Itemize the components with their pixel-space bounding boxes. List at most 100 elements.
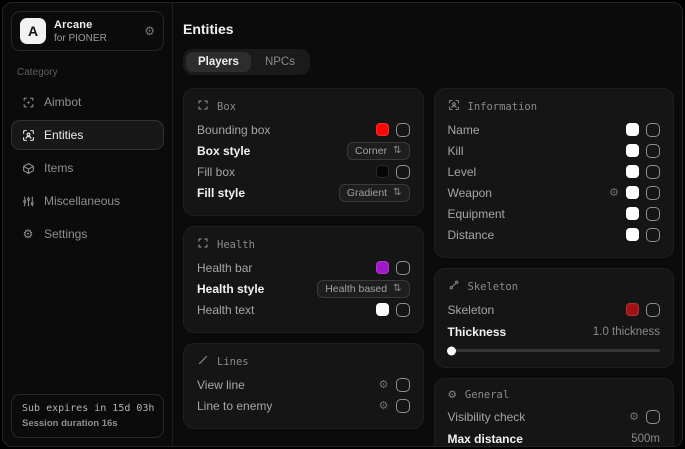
slider-thumb[interactable] xyxy=(447,346,456,355)
sidebar-nav: Aimbot Entities Items Miscellaneous xyxy=(11,84,164,249)
max-distance-slider-header: Max distance 500m xyxy=(448,429,661,446)
color-swatch[interactable] xyxy=(376,303,389,316)
setting-row-fill-style: Fill style Gradient ⇅ xyxy=(197,182,410,203)
toggle-checkbox[interactable] xyxy=(646,144,660,158)
health-card: Health Health bar Health style Health ba… xyxy=(183,226,424,333)
color-swatch[interactable] xyxy=(626,186,639,199)
setting-row-view-line: View line ⚙ xyxy=(197,374,410,395)
sidebar-item-label: Miscellaneous xyxy=(44,194,120,208)
toggle-checkbox[interactable] xyxy=(396,399,410,413)
brand-header: A Arcane for PIONER ⚙ xyxy=(11,11,164,51)
session-duration-text: Session duration 16s xyxy=(22,418,153,429)
row-settings-gear-icon[interactable]: ⚙ xyxy=(379,400,389,411)
toggle-checkbox[interactable] xyxy=(646,207,660,221)
color-swatch[interactable] xyxy=(626,303,639,316)
toggle-checkbox[interactable] xyxy=(396,123,410,137)
sidebar-item-aimbot[interactable]: Aimbot xyxy=(11,87,164,117)
health-card-header: Health xyxy=(197,237,410,252)
toggle-checkbox[interactable] xyxy=(646,123,660,137)
color-swatch[interactable] xyxy=(376,261,389,274)
tab-bar: Players NPCs xyxy=(183,49,310,75)
color-swatch[interactable] xyxy=(626,165,639,178)
color-swatch[interactable] xyxy=(376,123,389,136)
chevron-updown-icon: ⇅ xyxy=(393,188,401,198)
setting-row-bounding-box: Bounding box xyxy=(197,119,410,140)
setting-row-skeleton: Skeleton xyxy=(448,299,661,320)
color-swatch[interactable] xyxy=(626,123,639,136)
setting-row-name: Name xyxy=(448,119,661,140)
crosshair-icon xyxy=(21,95,35,109)
sliders-icon xyxy=(21,194,35,208)
app-window: A Arcane for PIONER ⚙ Category Aimbot En… xyxy=(2,2,683,447)
setting-row-health-bar: Health bar xyxy=(197,257,410,278)
general-card-header: ⚙ General xyxy=(448,389,661,401)
sidebar-item-miscellaneous[interactable]: Miscellaneous xyxy=(11,186,164,216)
brand-subtitle: for PIONER xyxy=(54,33,107,44)
thickness-value: 1.0 thickness xyxy=(593,326,660,338)
general-card: ⚙ General Visibility check ⚙ Max distanc… xyxy=(434,378,675,446)
cube-icon xyxy=(21,161,35,175)
settings-grid: Box Bounding box Box style Corner ⇅ xyxy=(183,88,674,446)
toggle-checkbox[interactable] xyxy=(396,261,410,275)
toggle-checkbox[interactable] xyxy=(646,165,660,179)
information-card: Information Name Kill xyxy=(434,88,675,258)
setting-row-visibility-check: Visibility check ⚙ xyxy=(448,406,661,427)
card-title: Box xyxy=(217,101,236,113)
setting-row-fill-box: Fill box xyxy=(197,161,410,182)
setting-row-box-style: Box style Corner ⇅ xyxy=(197,140,410,161)
brand-logo: A xyxy=(20,18,46,44)
card-title: Lines xyxy=(217,356,249,368)
right-column: Information Name Kill xyxy=(434,88,675,446)
sidebar: A Arcane for PIONER ⚙ Category Aimbot En… xyxy=(3,3,173,446)
page-title: Entities xyxy=(183,21,674,37)
color-swatch[interactable] xyxy=(626,207,639,220)
frame-corners-icon xyxy=(197,99,209,114)
card-title: Skeleton xyxy=(468,281,519,293)
tab-players[interactable]: Players xyxy=(186,52,251,72)
category-label: Category xyxy=(17,67,158,78)
person-scan-icon xyxy=(448,99,460,114)
sub-expiry-text: Sub expires in 15d 03h xyxy=(22,403,153,414)
color-swatch[interactable] xyxy=(376,165,389,178)
color-swatch[interactable] xyxy=(626,144,639,157)
setting-row-weapon: Weapon ⚙ xyxy=(448,182,661,203)
setting-row-level: Level xyxy=(448,161,661,182)
toggle-checkbox[interactable] xyxy=(396,165,410,179)
sidebar-item-items[interactable]: Items xyxy=(11,153,164,183)
row-settings-gear-icon[interactable]: ⚙ xyxy=(609,187,619,198)
row-settings-gear-icon[interactable]: ⚙ xyxy=(629,411,639,422)
sidebar-item-label: Entities xyxy=(44,128,83,142)
toggle-checkbox[interactable] xyxy=(646,186,660,200)
lines-card-header: Lines xyxy=(197,354,410,369)
box-card-header: Box xyxy=(197,99,410,114)
sidebar-item-label: Aimbot xyxy=(44,95,81,109)
chevron-updown-icon: ⇅ xyxy=(393,146,401,156)
toggle-checkbox[interactable] xyxy=(396,303,410,317)
setting-row-line-to-enemy: Line to enemy ⚙ xyxy=(197,395,410,416)
toggle-checkbox[interactable] xyxy=(646,303,660,317)
thickness-slider[interactable] xyxy=(448,349,661,352)
gear-icon: ⚙ xyxy=(448,390,457,401)
toggle-checkbox[interactable] xyxy=(646,228,660,242)
box-card: Box Bounding box Box style Corner ⇅ xyxy=(183,88,424,216)
color-swatch[interactable] xyxy=(626,228,639,241)
thickness-slider-header: Thickness 1.0 thickness xyxy=(448,322,661,342)
lines-card: Lines View line ⚙ Line to enemy ⚙ xyxy=(183,343,424,429)
subscription-info: Sub expires in 15d 03h Session duration … xyxy=(11,394,164,438)
box-style-dropdown[interactable]: Corner ⇅ xyxy=(347,142,410,160)
entities-icon xyxy=(21,128,35,142)
brand-settings-icon[interactable]: ⚙ xyxy=(144,25,155,37)
toggle-checkbox[interactable] xyxy=(646,410,660,424)
sidebar-item-settings[interactable]: ⚙ Settings xyxy=(11,219,164,249)
bone-icon xyxy=(448,279,460,294)
sidebar-item-label: Settings xyxy=(44,227,87,241)
sidebar-item-label: Items xyxy=(44,161,73,175)
sidebar-item-entities[interactable]: Entities xyxy=(11,120,164,150)
left-column: Box Bounding box Box style Corner ⇅ xyxy=(183,88,424,429)
health-style-dropdown[interactable]: Health based ⇅ xyxy=(317,280,409,298)
row-settings-gear-icon[interactable]: ⚙ xyxy=(379,379,389,390)
toggle-checkbox[interactable] xyxy=(396,378,410,392)
fill-style-dropdown[interactable]: Gradient ⇅ xyxy=(339,184,410,202)
tab-npcs[interactable]: NPCs xyxy=(253,52,307,72)
max-distance-value: 500m xyxy=(631,433,660,445)
